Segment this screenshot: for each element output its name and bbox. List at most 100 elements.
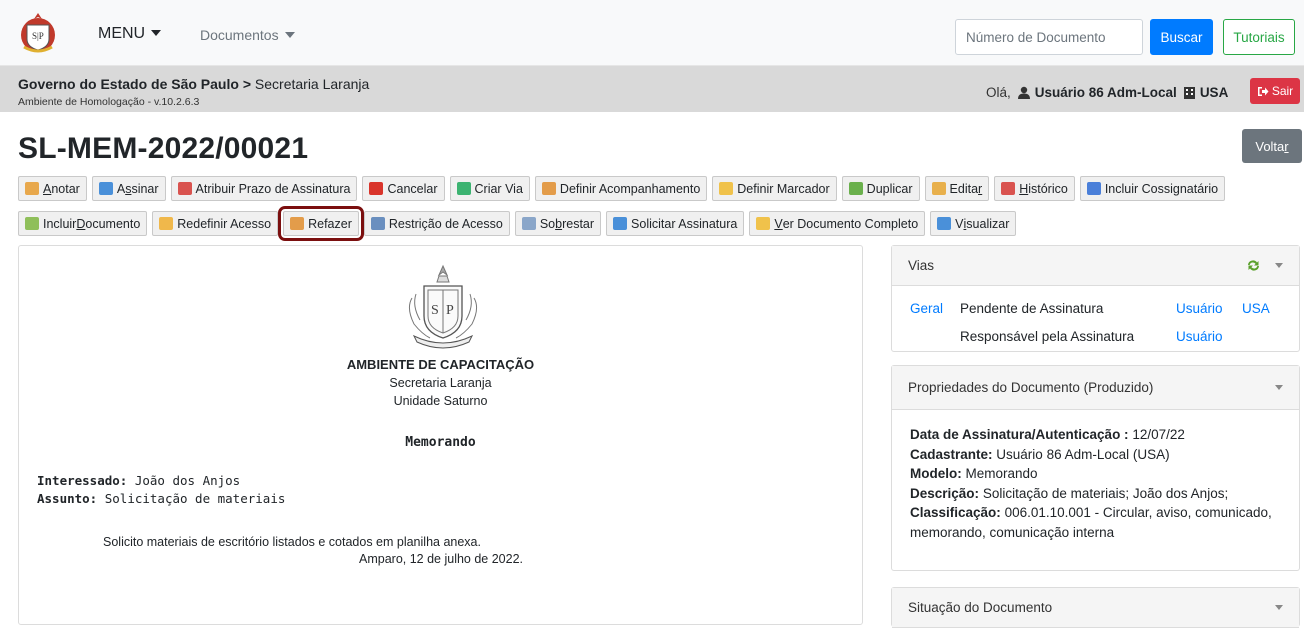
request-sign-icon <box>613 217 628 230</box>
via-unit-link[interactable]: USA <box>1242 301 1270 316</box>
folder-tag-icon <box>719 182 734 195</box>
state-seal-emblem: S P <box>408 264 478 349</box>
breadcrumb-unit: Secretaria Laranja <box>254 76 370 92</box>
new-document-icon <box>25 217 39 230</box>
cancelar-button[interactable]: Cancelar <box>362 176 445 201</box>
button-label: Cancelar <box>387 181 438 196</box>
environment-label: Ambiente de Homologação - v.10.2.6.3 <box>18 96 200 108</box>
chevron-down-icon[interactable] <box>1275 385 1283 390</box>
caret-down-icon <box>284 32 295 38</box>
properties-body: Data de Assinatura/Autenticação : 12/07/… <box>892 410 1299 542</box>
definir-acompanhamento-button[interactable]: Definir Acompanhamento <box>534 176 708 201</box>
assinar-button[interactable]: As sinar <box>91 176 166 201</box>
incluir-cossignat-rio-button[interactable]: Incluir Cossignatário <box>1079 176 1226 201</box>
sign-out-icon <box>1257 86 1269 96</box>
properties-title: Propriedades do Documento (Produzido) <box>908 380 1154 395</box>
visualizar-button[interactable]: Vi sualizar <box>930 211 1017 236</box>
interessado-label: Interessado: <box>37 473 128 488</box>
document-number-input[interactable] <box>955 19 1143 55</box>
memo-body: Solicito materiais de escritório listado… <box>103 535 481 549</box>
interessado-value: João dos Anjos <box>134 473 241 488</box>
context-bar: Governo do Estado de São Paulo > Secreta… <box>0 66 1304 112</box>
document-number-title: SL-MEM-2022/00021 <box>18 132 309 165</box>
atribuir-prazo-de-assinatura-button[interactable]: Atribuir Prazo de Assinatura <box>170 176 358 201</box>
incluir-documento-button[interactable]: Incluir Documento <box>18 211 148 236</box>
user-icon <box>1017 86 1030 99</box>
assunto-label: Assunto: <box>37 491 98 506</box>
hourglass-icon <box>521 217 536 230</box>
add-circle-icon <box>456 182 471 195</box>
hist-rico-button[interactable]: Histórico <box>994 176 1075 201</box>
action-toolbar-row-1: Anotar As sinar Atribuir Prazo de Assinatur… <box>18 176 1230 201</box>
documents-menu-button[interactable]: Documentos <box>200 27 295 43</box>
refresh-icon[interactable] <box>1246 259 1261 272</box>
prop-description: Descrição: Solicitação de materiais; Joã… <box>910 484 1281 504</box>
vias-header[interactable]: Vias <box>892 246 1299 286</box>
user-greeting: Olá, Usuário 86 Adm-Local USA <box>986 85 1228 100</box>
prop-label: Modelo: <box>910 466 962 481</box>
state-coat-of-arms-logo[interactable]: S|P <box>18 11 58 55</box>
redefinir-acesso-button[interactable]: Redefinir Acesso <box>152 211 279 236</box>
refazer-button[interactable]: Refazer <box>278 206 364 241</box>
duplicate-icon <box>848 182 863 195</box>
button-label: sinar <box>131 181 159 196</box>
vias-card: Vias Geral Pendente de Assinatura Usuári… <box>891 245 1300 352</box>
folder-icon <box>756 217 771 230</box>
caret-down-icon <box>151 30 162 36</box>
button-accelerator: r <box>978 181 983 196</box>
button-label: istórico <box>1028 181 1068 196</box>
secretaria-name: Secretaria Laranja <box>389 376 492 390</box>
sobrestar-button[interactable]: So b restar <box>514 211 602 236</box>
solicitar-assinatura-button[interactable]: Solicitar Assinatura <box>606 211 745 236</box>
breadcrumb: Governo do Estado de São Paulo > Secreta… <box>18 76 369 92</box>
main-menu-button[interactable]: MENU <box>98 25 162 43</box>
anotar-button[interactable]: Anotar <box>18 176 87 201</box>
prop-value: Solicitação de materiais; João dos Anjos… <box>982 485 1229 501</box>
signer-responsible-label: Responsável pela Assinatura <box>960 329 1135 344</box>
building-icon <box>1183 87 1195 99</box>
vias-title: Vias <box>908 258 935 273</box>
document-preview: S P AMBIENTE DE CAPACITAÇÃO Secretaria L… <box>18 245 863 625</box>
criar-via-button[interactable]: Criar Via <box>449 176 530 201</box>
button-accelerator: b <box>555 216 563 231</box>
via-user-link[interactable]: Usuário <box>1176 301 1223 316</box>
button-label: Definir Acompanhamento <box>559 181 701 196</box>
via-link-geral[interactable]: Geral <box>910 301 943 316</box>
button-label: Edita <box>949 181 979 196</box>
greeting-text: Olá, <box>986 85 1011 100</box>
back-button[interactable]: Volta r <box>1242 129 1302 163</box>
editar-button[interactable]: Edita r <box>924 176 990 201</box>
search-button[interactable]: Buscar <box>1150 19 1213 55</box>
chevron-down-icon[interactable] <box>1275 263 1283 268</box>
prop-label: Data de Assinatura/Autenticação : <box>910 427 1129 442</box>
button-label: ocumento <box>85 216 141 231</box>
vias-header-actions <box>1246 259 1283 272</box>
definir-marcador-button[interactable]: Definir Marcador <box>712 176 837 201</box>
cosigner-icon <box>1086 182 1101 195</box>
properties-header[interactable]: Propriedades do Documento (Produzido) <box>892 366 1299 410</box>
environment-heading: AMBIENTE DE CAPACITAÇÃO <box>346 357 535 372</box>
document-properties-card: Propriedades do Documento (Produzido) Da… <box>891 365 1300 571</box>
pencil-icon <box>931 182 946 195</box>
redo-icon <box>290 217 305 230</box>
button-label: Restrição de Acesso <box>388 216 503 231</box>
button-label: A <box>116 181 126 196</box>
restri-o-de-acesso-button[interactable]: Restrição de Acesso <box>363 211 510 236</box>
back-label: Volta <box>1255 138 1285 154</box>
svg-text:P: P <box>446 303 454 318</box>
button-accelerator: D <box>76 216 86 231</box>
chevron-down-icon[interactable] <box>1275 605 1283 610</box>
prop-value: 12/07/22 <box>1132 427 1185 442</box>
signer-user-link[interactable]: Usuário <box>1176 329 1223 344</box>
action-toolbar-row-2: Incluir Documento Redefinir Acesso Refazer… <box>18 206 1021 241</box>
logout-button[interactable]: Sair <box>1250 78 1300 104</box>
duplicar-button[interactable]: Duplicar <box>841 176 920 201</box>
via-status: Pendente de Assinatura <box>960 301 1104 316</box>
prop-signature-date: Data de Assinatura/Autenticação : 12/07/… <box>910 425 1281 445</box>
status-header[interactable]: Situação do Documento <box>892 588 1299 628</box>
breadcrumb-org: Governo do Estado de São Paulo <box>18 76 239 92</box>
ver-documento-completo-button[interactable]: Ver Documento Completo <box>749 211 926 236</box>
button-label: Refazer <box>308 216 352 231</box>
button-label: Solicitar Assinatura <box>631 216 738 231</box>
tutorials-button[interactable]: Tutoriais <box>1223 19 1295 55</box>
